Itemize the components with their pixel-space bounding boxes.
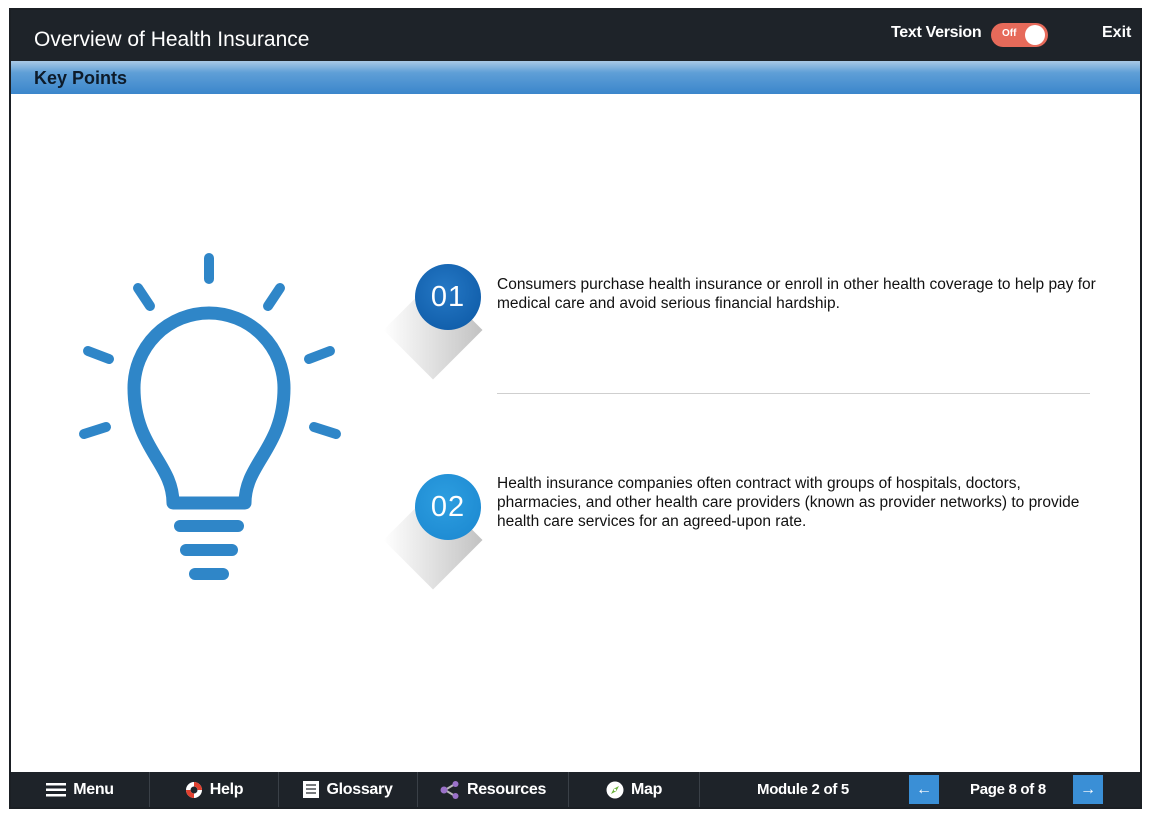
key-point-text: Consumers purchase health insurance or e… — [497, 276, 1096, 312]
share-icon — [440, 780, 460, 799]
help-button[interactable]: Help — [150, 772, 278, 807]
hamburger-icon — [46, 782, 67, 797]
glossary-label: Glossary — [326, 780, 393, 798]
toggle-knob — [1025, 25, 1045, 45]
nav-separator — [699, 772, 700, 807]
arrow-right-icon: → — [1080, 780, 1096, 798]
course-title: Overview of Health Insurance — [34, 28, 310, 51]
section-bar: Key Points — [11, 61, 1140, 94]
lifebuoy-icon — [185, 781, 203, 799]
title-bar: Overview of Health Insurance Text Versio… — [11, 10, 1140, 61]
lightbulb-icon — [79, 253, 341, 580]
text-version-label: Text Version — [891, 24, 982, 41]
menu-button[interactable]: Menu — [11, 772, 149, 807]
toggle-state-label: Off — [1002, 28, 1017, 39]
menu-label: Menu — [73, 780, 114, 798]
map-button[interactable]: Map — [569, 772, 699, 807]
next-page-button[interactable]: → — [1073, 775, 1103, 804]
resources-button[interactable]: Resources — [418, 772, 568, 807]
key-point-text: Health insurance companies often contrac… — [497, 475, 1080, 530]
arrow-left-icon: ← — [916, 780, 932, 798]
resources-label: Resources — [466, 780, 547, 798]
exit-button[interactable]: Exit — [1102, 24, 1131, 42]
course-window: Overview of Health Insurance Text Versio… — [9, 8, 1142, 809]
page-status: Page 8 of 8 — [970, 781, 1046, 798]
module-status: Module 2 of 5 — [757, 781, 849, 798]
section-title: Key Points — [34, 68, 128, 88]
help-label: Help — [209, 780, 244, 798]
previous-page-button[interactable]: ← — [909, 775, 939, 804]
book-icon — [303, 781, 320, 798]
point-number-badge: 01 — [415, 264, 481, 330]
point-number-badge: 02 — [415, 474, 481, 540]
divider — [497, 393, 1090, 394]
glossary-button[interactable]: Glossary — [279, 772, 417, 807]
bottom-nav-bar: Menu Help Glossary Resources Map Module … — [11, 772, 1140, 807]
compass-icon — [606, 781, 624, 799]
map-label: Map — [630, 780, 663, 798]
text-version-toggle[interactable]: Off — [991, 23, 1048, 47]
